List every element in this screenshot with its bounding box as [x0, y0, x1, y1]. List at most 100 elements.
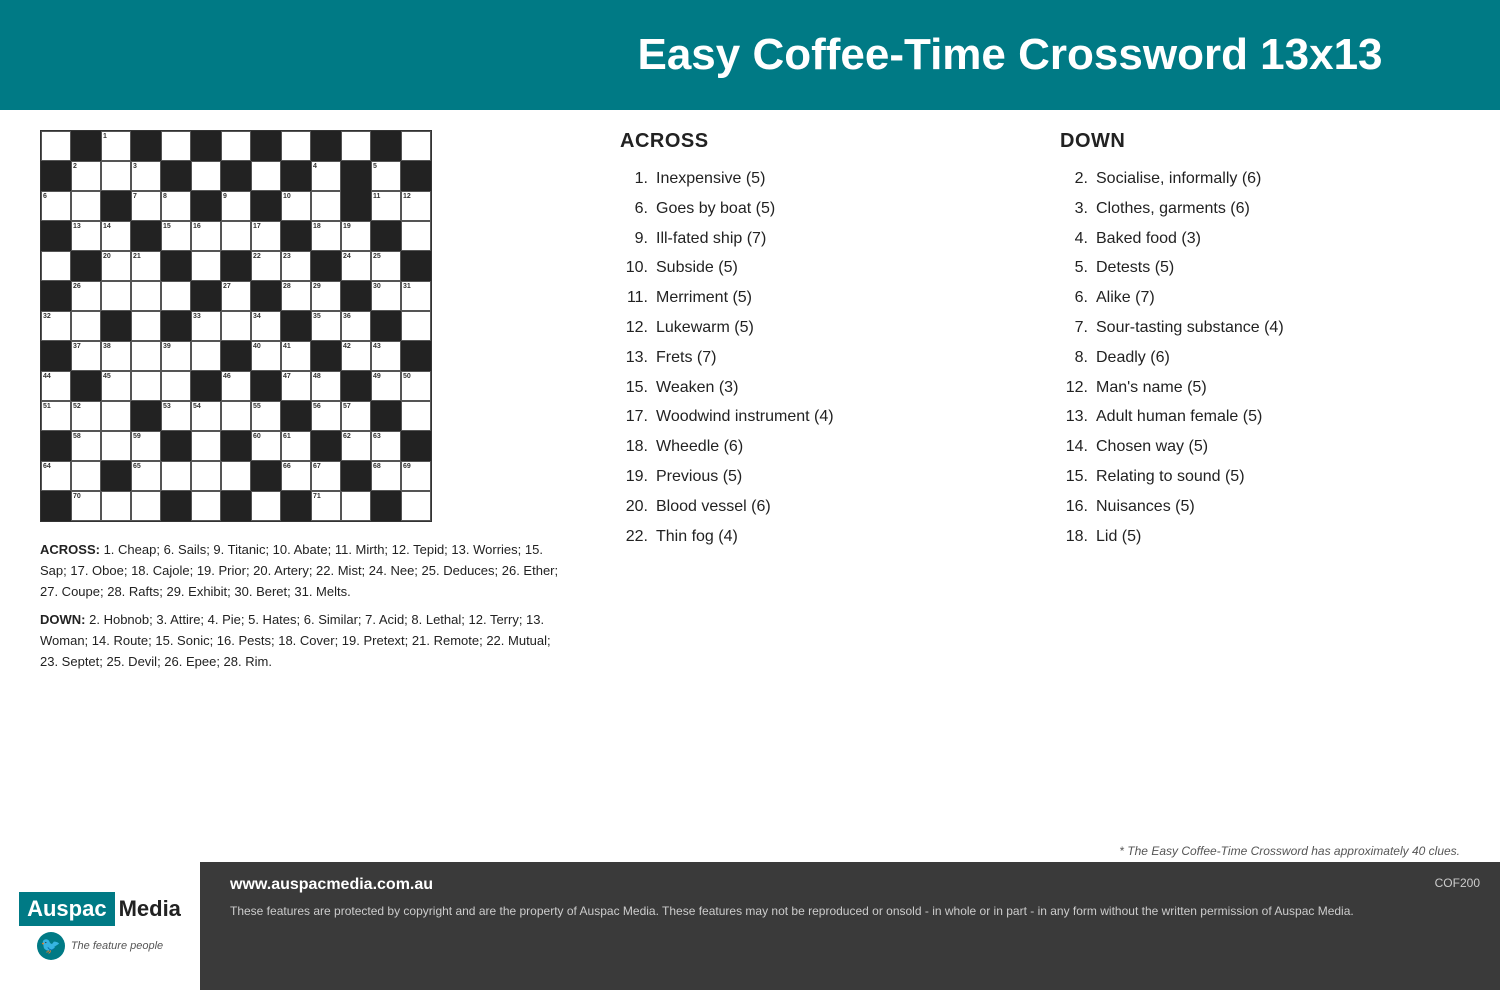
grid-cell-10-1[interactable]: 58 [71, 431, 101, 461]
grid-cell-12-1[interactable]: 70 [71, 491, 101, 521]
grid-cell-9-0[interactable]: 51 [41, 401, 71, 431]
grid-cell-11-11[interactable]: 68 [371, 461, 401, 491]
grid-cell-3-5[interactable]: 16 [191, 221, 221, 251]
grid-cell-5-11[interactable]: 30 [371, 281, 401, 311]
grid-cell-8-6[interactable]: 46 [221, 371, 251, 401]
grid-cell-7-5[interactable] [191, 341, 221, 371]
footer-url[interactable]: www.auspacmedia.com.au [230, 876, 1405, 894]
grid-cell-8-4[interactable] [161, 371, 191, 401]
grid-cell-2-1[interactable] [71, 191, 101, 221]
grid-cell-6-9[interactable]: 35 [311, 311, 341, 341]
grid-cell-7-2[interactable]: 38 [101, 341, 131, 371]
grid-cell-4-0[interactable] [41, 251, 71, 281]
grid-cell-11-6[interactable] [221, 461, 251, 491]
grid-cell-3-9[interactable]: 18 [311, 221, 341, 251]
grid-cell-12-5[interactable] [191, 491, 221, 521]
grid-cell-6-1[interactable] [71, 311, 101, 341]
grid-cell-3-4[interactable]: 15 [161, 221, 191, 251]
grid-cell-10-2[interactable] [101, 431, 131, 461]
grid-cell-9-4[interactable]: 53 [161, 401, 191, 431]
grid-cell-6-7[interactable]: 34 [251, 311, 281, 341]
grid-cell-4-7[interactable]: 22 [251, 251, 281, 281]
grid-cell-1-11[interactable]: 5 [371, 161, 401, 191]
grid-cell-3-1[interactable]: 13 [71, 221, 101, 251]
grid-cell-4-5[interactable] [191, 251, 221, 281]
grid-cell-11-9[interactable]: 67 [311, 461, 341, 491]
grid-cell-0-0[interactable] [41, 131, 71, 161]
grid-cell-9-10[interactable]: 57 [341, 401, 371, 431]
grid-cell-0-12[interactable] [401, 131, 431, 161]
grid-cell-0-6[interactable] [221, 131, 251, 161]
grid-cell-5-12[interactable]: 31 [401, 281, 431, 311]
grid-cell-12-10[interactable] [341, 491, 371, 521]
grid-cell-6-0[interactable]: 32 [41, 311, 71, 341]
grid-cell-2-6[interactable]: 9 [221, 191, 251, 221]
grid-cell-7-7[interactable]: 40 [251, 341, 281, 371]
grid-cell-11-3[interactable]: 65 [131, 461, 161, 491]
grid-cell-1-9[interactable]: 4 [311, 161, 341, 191]
grid-cell-10-5[interactable] [191, 431, 221, 461]
grid-cell-9-9[interactable]: 56 [311, 401, 341, 431]
grid-cell-9-7[interactable]: 55 [251, 401, 281, 431]
grid-cell-5-8[interactable]: 28 [281, 281, 311, 311]
grid-cell-3-12[interactable] [401, 221, 431, 251]
grid-cell-9-12[interactable] [401, 401, 431, 431]
grid-cell-5-2[interactable] [101, 281, 131, 311]
grid-cell-10-3[interactable]: 59 [131, 431, 161, 461]
grid-cell-1-2[interactable] [101, 161, 131, 191]
grid-cell-3-2[interactable]: 14 [101, 221, 131, 251]
grid-cell-3-6[interactable] [221, 221, 251, 251]
grid-cell-11-4[interactable] [161, 461, 191, 491]
grid-cell-12-7[interactable] [251, 491, 281, 521]
grid-cell-5-3[interactable] [131, 281, 161, 311]
grid-cell-11-1[interactable] [71, 461, 101, 491]
grid-cell-8-3[interactable] [131, 371, 161, 401]
grid-cell-8-2[interactable]: 45 [101, 371, 131, 401]
grid-cell-7-1[interactable]: 37 [71, 341, 101, 371]
grid-cell-6-5[interactable]: 33 [191, 311, 221, 341]
grid-cell-4-3[interactable]: 21 [131, 251, 161, 281]
grid-cell-12-3[interactable] [131, 491, 161, 521]
grid-cell-1-5[interactable] [191, 161, 221, 191]
grid-cell-2-11[interactable]: 11 [371, 191, 401, 221]
grid-cell-12-9[interactable]: 71 [311, 491, 341, 521]
grid-cell-10-7[interactable]: 60 [251, 431, 281, 461]
grid-cell-6-10[interactable]: 36 [341, 311, 371, 341]
grid-cell-8-11[interactable]: 49 [371, 371, 401, 401]
grid-cell-4-11[interactable]: 25 [371, 251, 401, 281]
grid-cell-10-11[interactable]: 63 [371, 431, 401, 461]
grid-cell-10-10[interactable]: 62 [341, 431, 371, 461]
grid-cell-9-5[interactable]: 54 [191, 401, 221, 431]
grid-cell-1-7[interactable] [251, 161, 281, 191]
grid-cell-7-8[interactable]: 41 [281, 341, 311, 371]
grid-cell-11-5[interactable] [191, 461, 221, 491]
grid-cell-8-0[interactable]: 44 [41, 371, 71, 401]
grid-cell-9-2[interactable] [101, 401, 131, 431]
grid-cell-5-1[interactable]: 26 [71, 281, 101, 311]
grid-cell-9-1[interactable]: 52 [71, 401, 101, 431]
grid-cell-2-0[interactable]: 6 [41, 191, 71, 221]
grid-cell-3-10[interactable]: 19 [341, 221, 371, 251]
grid-cell-5-4[interactable] [161, 281, 191, 311]
grid-cell-12-2[interactable] [101, 491, 131, 521]
grid-cell-8-9[interactable]: 48 [311, 371, 341, 401]
grid-cell-11-12[interactable]: 69 [401, 461, 431, 491]
grid-cell-2-3[interactable]: 7 [131, 191, 161, 221]
grid-cell-6-6[interactable] [221, 311, 251, 341]
grid-cell-8-12[interactable]: 50 [401, 371, 431, 401]
grid-cell-1-3[interactable]: 3 [131, 161, 161, 191]
grid-cell-0-10[interactable] [341, 131, 371, 161]
grid-cell-4-10[interactable]: 24 [341, 251, 371, 281]
grid-cell-5-6[interactable]: 27 [221, 281, 251, 311]
grid-cell-9-6[interactable] [221, 401, 251, 431]
grid-cell-12-12[interactable] [401, 491, 431, 521]
grid-cell-0-4[interactable] [161, 131, 191, 161]
grid-cell-10-8[interactable]: 61 [281, 431, 311, 461]
grid-cell-3-7[interactable]: 17 [251, 221, 281, 251]
grid-cell-4-2[interactable]: 20 [101, 251, 131, 281]
grid-cell-11-0[interactable]: 64 [41, 461, 71, 491]
grid-cell-7-11[interactable]: 43 [371, 341, 401, 371]
grid-cell-2-4[interactable]: 8 [161, 191, 191, 221]
grid-cell-2-12[interactable]: 12 [401, 191, 431, 221]
grid-cell-7-10[interactable]: 42 [341, 341, 371, 371]
